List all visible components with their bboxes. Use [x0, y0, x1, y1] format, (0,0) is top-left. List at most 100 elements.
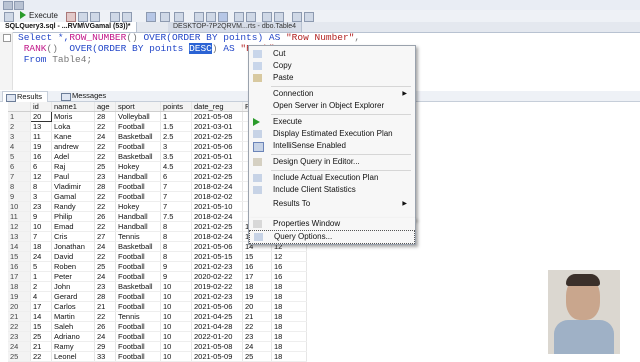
table-cell[interactable]: 29 — [94, 341, 116, 352]
table-cell[interactable]: 25 — [94, 261, 116, 272]
table-cell[interactable]: Cris — [51, 231, 95, 242]
table-row[interactable]: 22 15 Saleh 26 Football 10 2021-04-28 22 18 — [8, 321, 307, 332]
row-number[interactable]: 15 — [8, 251, 31, 262]
new-query-icon[interactable] — [3, 1, 13, 10]
table-cell[interactable]: 2021-05-01 — [191, 151, 243, 162]
table-cell[interactable]: Philip — [51, 211, 95, 222]
database-dropdown-icon[interactable] — [4, 12, 14, 22]
table-cell[interactable]: 15 — [30, 321, 52, 332]
intellisense-icon[interactable] — [122, 12, 132, 22]
table-cell[interactable]: 2021-04-28 — [191, 321, 243, 332]
tab-results[interactable]: Results — [2, 91, 49, 102]
table-cell[interactable]: 6 — [30, 161, 52, 172]
table-cell[interactable]: 1 — [160, 111, 192, 122]
table-cell[interactable]: 17 — [242, 271, 272, 282]
table-cell[interactable]: 25 — [30, 331, 52, 342]
table-cell[interactable]: Hokey — [115, 161, 161, 172]
table-cell[interactable]: 14 — [30, 311, 52, 322]
table-cell[interactable]: 18 — [30, 241, 52, 252]
table-cell[interactable]: Football — [115, 271, 161, 282]
table-cell[interactable]: 26 — [94, 211, 116, 222]
table-cell[interactable]: 10 — [160, 281, 192, 292]
table-row[interactable]: 18 2 John 23 Basketball 10 2019-02-22 18 18 — [8, 281, 307, 292]
table-cell[interactable]: Handball — [115, 171, 161, 182]
table-cell[interactable]: Loka — [51, 121, 95, 132]
results-to-file-icon[interactable] — [218, 12, 228, 22]
table-cell[interactable]: Emad — [51, 221, 95, 232]
table-cell[interactable]: 22 — [94, 121, 116, 132]
actual-plan-icon[interactable] — [160, 12, 170, 22]
table-cell[interactable]: Football — [115, 121, 161, 132]
collapse-icon[interactable] — [3, 34, 11, 42]
table-cell[interactable]: 18 — [271, 281, 307, 292]
menu-item-intellisense[interactable]: IntelliSense Enabled — [249, 140, 415, 152]
table-cell[interactable]: 28 — [94, 181, 116, 192]
table-cell[interactable]: 23 — [242, 331, 272, 342]
table-cell[interactable]: Ramy — [51, 341, 95, 352]
row-number[interactable]: 8 — [8, 181, 31, 192]
table-cell[interactable]: Moris — [51, 111, 95, 122]
column-header[interactable]: id — [30, 102, 52, 112]
table-cell[interactable]: 22 — [94, 191, 116, 202]
table-cell[interactable]: 23 — [30, 201, 52, 212]
row-number[interactable]: 13 — [8, 231, 31, 242]
table-cell[interactable]: 18 — [271, 331, 307, 342]
table-cell[interactable]: Gerard — [51, 291, 95, 302]
row-number[interactable]: 21 — [8, 311, 31, 322]
table-cell[interactable]: 2021-05-10 — [191, 201, 243, 212]
row-number[interactable]: 10 — [8, 201, 31, 212]
table-cell[interactable]: 22 — [30, 351, 52, 362]
table-cell[interactable]: 9 — [160, 261, 192, 272]
table-cell[interactable]: 24 — [94, 131, 116, 142]
table-cell[interactable]: 15 — [242, 251, 272, 262]
column-header[interactable]: points — [160, 102, 192, 112]
table-cell[interactable]: 10 — [160, 321, 192, 332]
table-cell[interactable]: 18 — [271, 341, 307, 352]
table-cell[interactable]: 21 — [94, 301, 116, 312]
table-row[interactable]: 20 17 Carlos 21 Football 10 2021-05-06 20 18 — [8, 301, 307, 312]
table-cell[interactable]: Hokey — [115, 201, 161, 212]
row-number[interactable]: 2 — [8, 121, 31, 132]
menu-item-cut[interactable]: Cut — [249, 48, 415, 60]
plan-icon[interactable] — [110, 12, 120, 22]
table-cell[interactable]: 5 — [30, 261, 52, 272]
menu-item-client-stats[interactable]: Include Client Statistics — [249, 184, 415, 196]
tab-sqlquery3[interactable]: SQLQuery3.sql - ...RVM\VGamal (53))* — [0, 22, 137, 32]
table-cell[interactable]: 2018-02-24 — [191, 181, 243, 192]
table-cell[interactable]: 16 — [242, 261, 272, 272]
table-cell[interactable]: 9 — [30, 211, 52, 222]
table-cell[interactable]: 24 — [94, 331, 116, 342]
row-number[interactable]: 1 — [8, 111, 31, 122]
row-number[interactable]: 12 — [8, 221, 31, 232]
table-cell[interactable]: Football — [115, 291, 161, 302]
table-cell[interactable]: 3.5 — [160, 151, 192, 162]
decrease-indent-icon[interactable] — [262, 12, 272, 22]
table-cell[interactable]: Leonel — [51, 351, 95, 362]
table-cell[interactable]: 4.5 — [160, 161, 192, 172]
table-cell[interactable]: Saleh — [51, 321, 95, 332]
row-number[interactable]: 20 — [8, 301, 31, 312]
table-cell[interactable]: 1.5 — [160, 121, 192, 132]
table-cell[interactable]: 10 — [160, 351, 192, 362]
table-cell[interactable]: Handball — [115, 211, 161, 222]
table-cell[interactable]: Randy — [51, 201, 95, 212]
table-cell[interactable]: 22 — [94, 201, 116, 212]
table-cell[interactable]: 13 — [30, 121, 52, 132]
table-row[interactable]: 24 21 Ramy 29 Football 10 2021-05-08 24 18 — [8, 341, 307, 352]
table-cell[interactable]: 20 — [30, 111, 52, 122]
table-cell[interactable]: 12 — [30, 171, 52, 182]
execute-button[interactable]: Execute — [20, 11, 58, 21]
table-cell[interactable]: 10 — [160, 291, 192, 302]
table-cell[interactable]: Volleyball — [115, 111, 161, 122]
table-cell[interactable]: 4 — [30, 291, 52, 302]
open-file-icon[interactable] — [14, 1, 24, 10]
row-number[interactable]: 4 — [8, 141, 31, 152]
table-cell[interactable]: 33 — [94, 351, 116, 362]
table-cell[interactable]: 2021-05-06 — [191, 241, 243, 252]
table-row[interactable]: 23 25 Adriano 24 Football 10 2022-01-20 23 18 — [8, 331, 307, 342]
table-cell[interactable]: 8 — [160, 251, 192, 262]
table-cell[interactable]: 18 — [271, 351, 307, 362]
table-cell[interactable]: 25 — [242, 351, 272, 362]
table-cell[interactable]: Football — [115, 341, 161, 352]
table-cell[interactable]: 24 — [30, 251, 52, 262]
